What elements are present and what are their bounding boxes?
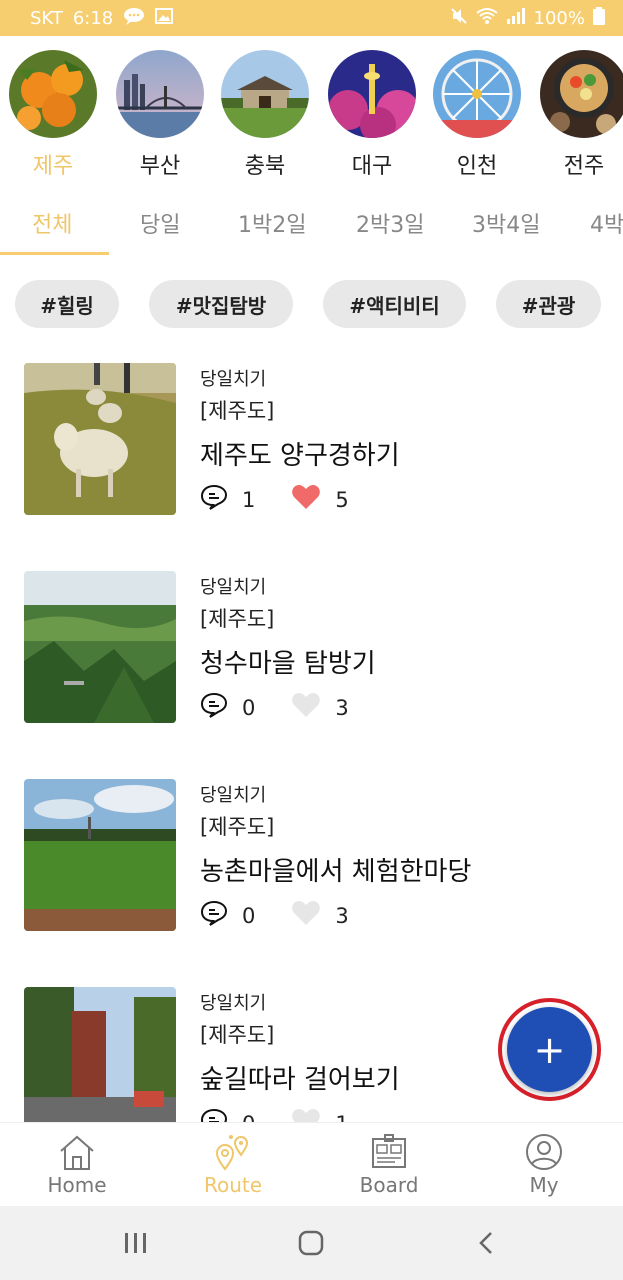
- wifi-icon: [475, 7, 498, 30]
- status-bar: SKT 6:18 100%: [0, 0, 623, 36]
- add-post-button[interactable]: +: [507, 1007, 592, 1092]
- like-count: 5: [335, 487, 349, 512]
- post-title[interactable]: 제주도 양구경하기: [200, 435, 400, 472]
- post-item[interactable]: 당일치기 [제주도] 제주도 양구경하기 1 5: [0, 345, 623, 525]
- tower-image: [328, 50, 416, 138]
- post-region: [제주도]: [200, 1023, 275, 1047]
- tag-healing[interactable]: #힐링: [15, 280, 119, 328]
- comment-count: 0: [242, 903, 256, 928]
- post-title[interactable]: 청수마을 탐방기: [200, 643, 385, 680]
- user-icon: [526, 1134, 562, 1170]
- comment-count: 1: [242, 487, 256, 512]
- region-item-jeonju[interactable]: 전주: [538, 50, 623, 179]
- tab-4nights[interactable]: 4박: [590, 207, 623, 239]
- tab-2nights[interactable]: 2박3일: [356, 207, 424, 239]
- tag-food[interactable]: #맛집탐방: [149, 280, 293, 328]
- forest-path-photo: [24, 987, 176, 1122]
- region-item-daegu[interactable]: 대구: [326, 50, 418, 179]
- fortress-image: [221, 50, 309, 138]
- post-item[interactable]: 당일치기 [제주도] 청수마을 탐방기 0 3: [0, 553, 623, 733]
- board-icon: [372, 1134, 406, 1168]
- forest-village-photo: [24, 571, 176, 723]
- like-count: 1: [335, 1112, 348, 1123]
- mute-icon: [450, 7, 468, 30]
- nav-my[interactable]: My: [489, 1133, 599, 1197]
- region-name: 대구: [351, 154, 393, 179]
- comment-icon: [200, 1108, 228, 1122]
- region-item-chungbuk[interactable]: 충북: [219, 50, 311, 179]
- gallery-icon: [155, 7, 174, 29]
- post-region: [제주도]: [200, 399, 275, 423]
- comment-icon: [200, 900, 228, 931]
- hashtag-chips: #힐링 #맛집탐방 #액티비티 #관광: [0, 280, 623, 328]
- region-item-incheon[interactable]: 인천: [431, 50, 523, 179]
- tag-tour[interactable]: #관광: [496, 280, 601, 328]
- nav-route[interactable]: Route: [178, 1133, 288, 1197]
- heart-outline-icon[interactable]: [291, 900, 321, 931]
- region-item-busan[interactable]: 부산: [114, 50, 206, 179]
- post-title[interactable]: 숲길따라 걸어보기: [200, 1059, 400, 1096]
- home-button-icon[interactable]: [291, 1228, 331, 1258]
- sheep-photo: [24, 363, 176, 515]
- post-type: 당일치기: [200, 993, 267, 1014]
- home-icon: [60, 1135, 94, 1170]
- post-region: [제주도]: [200, 815, 275, 839]
- signal-icon: [506, 7, 526, 29]
- back-icon[interactable]: [466, 1228, 506, 1258]
- like-count: 3: [335, 903, 349, 928]
- battery-icon: [593, 6, 605, 30]
- post-title[interactable]: 농촌마을에서 체험한마당: [200, 851, 471, 888]
- comment-count: 0: [242, 1112, 255, 1123]
- active-tab-indicator: [0, 252, 109, 255]
- comment-icon: [200, 484, 228, 515]
- post-type: 당일치기: [200, 577, 267, 598]
- tag-activity[interactable]: #액티비티: [323, 280, 466, 328]
- heart-outline-icon[interactable]: [291, 1108, 321, 1122]
- region-name: 전주: [563, 154, 605, 179]
- heart-outline-icon[interactable]: [291, 692, 321, 723]
- nav-board[interactable]: Board: [334, 1133, 444, 1197]
- post-type: 당일치기: [200, 369, 267, 390]
- tangerine-image: [9, 50, 97, 138]
- tab-day-trip[interactable]: 당일: [140, 207, 180, 239]
- post-type: 당일치기: [200, 785, 267, 806]
- tab-1night[interactable]: 1박2일: [238, 207, 306, 239]
- region-name: 충북: [244, 154, 286, 179]
- region-carousel: 제주 부산 충북 대구 인천 전주: [0, 50, 623, 185]
- route-pin-icon: [215, 1135, 249, 1171]
- bottom-nav: Home Route Board My: [0, 1122, 623, 1206]
- message-icon: [123, 7, 145, 30]
- battery-percent: 100%: [533, 7, 585, 29]
- bridge-image: [116, 50, 204, 138]
- comment-count: 0: [242, 695, 256, 720]
- post-region: [제주도]: [200, 607, 275, 631]
- nav-board-label: Board: [359, 1173, 419, 1197]
- comment-icon: [200, 692, 228, 723]
- bibimbap-image: [540, 50, 623, 138]
- heart-filled-icon[interactable]: [291, 484, 321, 515]
- tab-3nights[interactable]: 3박4일: [472, 207, 540, 239]
- duration-tabs: 전체 당일 1박2일 2박3일 3박4일 4박: [0, 195, 623, 261]
- field-photo: [24, 779, 176, 931]
- carrier-label: SKT: [30, 7, 63, 29]
- region-name: 제주: [32, 154, 74, 179]
- nav-home[interactable]: Home: [22, 1133, 132, 1197]
- system-nav-bar: [0, 1206, 623, 1280]
- tab-all[interactable]: 전체: [32, 207, 72, 239]
- like-count: 3: [335, 695, 349, 720]
- ferris-wheel-image: [433, 50, 521, 138]
- post-item[interactable]: 당일치기 [제주도] 농촌마을에서 체험한마당 0 3: [0, 761, 623, 941]
- nav-route-label: Route: [203, 1173, 263, 1197]
- nav-home-label: Home: [47, 1173, 107, 1197]
- region-name: 부산: [139, 154, 181, 179]
- nav-my-label: My: [529, 1173, 559, 1197]
- region-item-jeju[interactable]: 제주: [7, 50, 99, 179]
- region-name: 인천: [456, 154, 498, 179]
- recent-apps-icon[interactable]: [116, 1228, 156, 1258]
- clock: 6:18: [72, 7, 114, 29]
